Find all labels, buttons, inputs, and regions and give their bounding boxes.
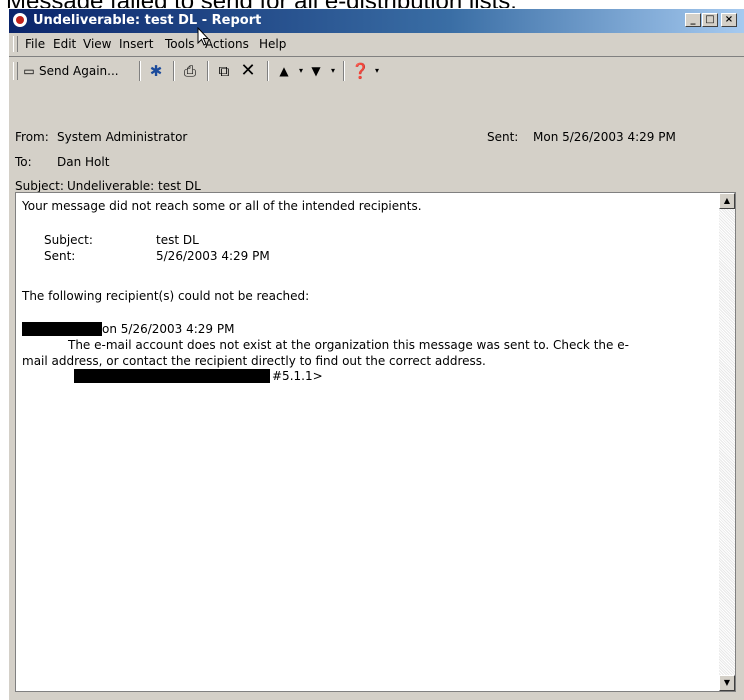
toolbar-grip[interactable]: [13, 62, 18, 80]
toolbar-separator: [207, 61, 209, 81]
toolbar: ▭ Send Again... ✱ ⎙ ⧉ ✕ ▲ ▾ ▼ ▾ ❓ ▾: [9, 56, 744, 85]
toolbar-separator: [139, 61, 141, 81]
delete-icon[interactable]: ✕: [239, 62, 257, 80]
menu-tools[interactable]: Tools: [165, 37, 195, 51]
intro-text: Your message did not reach some or all o…: [22, 199, 422, 213]
previous-item-icon[interactable]: ▲: [275, 63, 293, 79]
error-line-2: mail address, or contact the recipient d…: [22, 354, 486, 368]
subject-value: Undeliverable: test DL: [67, 179, 201, 193]
help-icon[interactable]: ❓: [351, 63, 370, 79]
help-dropdown-icon[interactable]: ▾: [368, 63, 386, 79]
flag-icon[interactable]: ✱: [147, 63, 165, 79]
send-again-button[interactable]: Send Again...: [39, 61, 119, 81]
on-date-text: on 5/26/2003 4:29 PM: [102, 322, 235, 336]
mouse-cursor-icon: [197, 27, 209, 46]
body-sent-value: 5/26/2003 4:29 PM: [156, 249, 270, 263]
next-dropdown-icon[interactable]: ▾: [324, 63, 342, 79]
outlook-report-icon: [13, 13, 27, 27]
menu-edit[interactable]: Edit: [53, 37, 76, 51]
maximize-button[interactable]: □: [702, 13, 718, 27]
unreached-text: The following recipient(s) could not be …: [22, 289, 310, 303]
to-value: Dan Holt: [57, 155, 110, 169]
menu-grip[interactable]: [13, 36, 18, 52]
close-button[interactable]: ×: [721, 13, 737, 27]
move-to-folder-icon[interactable]: ⧉: [215, 63, 233, 79]
redacted-recipient: [22, 322, 102, 336]
minimize-button[interactable]: _: [685, 13, 701, 27]
next-item-icon[interactable]: ▼: [307, 63, 325, 79]
menu-insert[interactable]: Insert: [119, 37, 153, 51]
menu-help[interactable]: Help: [259, 37, 286, 51]
title-bar[interactable]: Undeliverable: test DL - Report _ □ ×: [9, 9, 744, 33]
sent-value: Mon 5/26/2003 4:29 PM: [533, 130, 676, 144]
print-icon[interactable]: ⎙: [181, 63, 199, 79]
toolbar-separator: [343, 61, 345, 81]
redacted-address: [74, 369, 270, 383]
menu-actions[interactable]: Actions: [205, 37, 249, 51]
send-again-icon: ▭: [23, 64, 35, 78]
menu-file[interactable]: File: [25, 37, 45, 51]
body-sent-label: Sent:: [44, 249, 76, 263]
from-value: System Administrator: [57, 130, 188, 144]
body-subject-value: test DL: [156, 233, 199, 247]
subject-label: Subject:: [15, 179, 64, 193]
scroll-up-icon[interactable]: ▲: [719, 193, 735, 209]
menu-bar: File Edit View Insert Tools Actions Help: [9, 33, 744, 55]
toolbar-separator: [267, 61, 269, 81]
from-label: From:: [15, 130, 49, 144]
message-body[interactable]: Your message did not reach some or all o…: [15, 192, 736, 692]
status-code: #5.1.1>: [272, 369, 323, 383]
menu-view[interactable]: View: [83, 37, 111, 51]
sent-label: Sent:: [487, 130, 519, 144]
vertical-scrollbar[interactable]: ▲ ▼: [719, 193, 735, 691]
scroll-down-icon[interactable]: ▼: [719, 675, 735, 691]
toolbar-separator: [173, 61, 175, 81]
to-label: To:: [15, 155, 32, 169]
window-title: Undeliverable: test DL - Report: [33, 13, 262, 28]
error-line-1: The e-mail account does not exist at the…: [68, 338, 629, 352]
body-subject-label: Subject:: [44, 233, 93, 247]
